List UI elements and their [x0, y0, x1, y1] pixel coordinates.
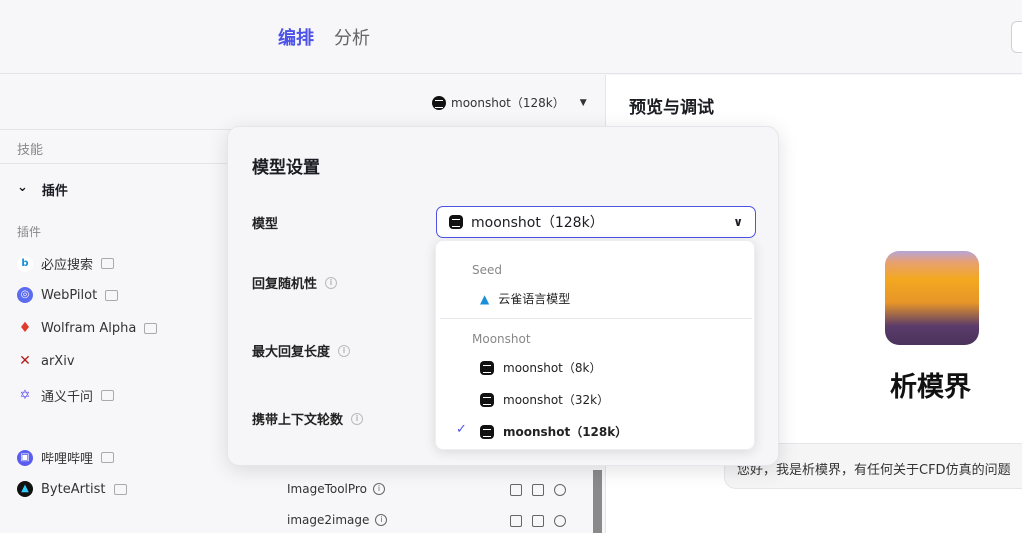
bing-icon: b [17, 255, 33, 272]
plugin-name: WebPilot [41, 287, 98, 303]
moonshot-logo-icon [480, 424, 494, 439]
max-length-label: 最大回复长度 i [252, 341, 351, 360]
model-dropdown: Seed ▲ 云雀语言模型 Moonshot moonshot（8k） moons… [435, 240, 755, 450]
bot-avatar [885, 251, 979, 345]
check-icon: ✓ [456, 422, 467, 437]
option-label: moonshot（8k） [503, 361, 602, 375]
tool-row: image2image i [287, 513, 388, 527]
plugin-name: ByteArtist [41, 481, 106, 497]
tool-actions [510, 515, 566, 527]
divider [440, 318, 752, 319]
model-selector[interactable]: moonshot（128k） ▼ [432, 94, 587, 111]
plugin-name: 哔哩哔哩 [41, 452, 94, 467]
plugin-item[interactable]: b 必应搜索 [17, 254, 115, 273]
plugin-item[interactable]: ▲ ByteArtist [17, 481, 127, 497]
context-rounds-label: 携带上下文轮数 i [252, 409, 364, 428]
plugins-header[interactable]: ⌄ 插件 [17, 180, 68, 199]
tool-name: image2image [287, 513, 370, 527]
group-label-seed: Seed [472, 263, 502, 277]
info-icon[interactable]: i [372, 483, 385, 495]
tab-arrange[interactable]: 编排 [278, 24, 314, 50]
tool-name: ImageToolPro [287, 482, 367, 496]
tab-analysis[interactable]: 分析 [334, 24, 370, 50]
plugin-item[interactable]: ▣ 哔哩哔哩 [17, 448, 115, 467]
plugin-name: 必应搜索 [41, 258, 94, 273]
store-icon [101, 390, 115, 401]
divider [0, 129, 240, 130]
moonshot-logo-icon [480, 392, 494, 407]
wolfram-icon: ♦ [18, 320, 32, 336]
webpilot-icon: ◎ [17, 287, 33, 303]
remove-icon[interactable] [554, 515, 566, 527]
copy-icon[interactable] [510, 484, 522, 496]
plugin-name: 通义千问 [41, 390, 94, 405]
model-settings-title: 模型设置 [252, 158, 320, 178]
model-label: 模型 [252, 213, 278, 232]
store-icon [113, 483, 127, 495]
plugin-item[interactable]: ✡ 通义千问 [17, 386, 115, 405]
bot-name: 析模界 [890, 372, 971, 403]
tool-actions [510, 484, 566, 496]
plugin-item[interactable]: ◎ WebPilot [17, 287, 119, 303]
chevron-down-icon: ⌄ [17, 180, 28, 195]
store-icon [101, 258, 115, 269]
moonshot-logo-icon [432, 95, 446, 110]
preview-title: 预览与调试 [629, 98, 714, 118]
caret-down-icon: ▼ [579, 97, 587, 108]
option-moonshot-8k[interactable]: moonshot（8k） [480, 359, 601, 376]
moonshot-logo-icon [480, 360, 494, 375]
byteartist-icon: ▲ [17, 481, 33, 497]
label-text: 携带上下文轮数 [252, 413, 344, 428]
divider [0, 163, 240, 164]
info-icon[interactable]: i [338, 344, 351, 357]
option-moonshot-128k[interactable]: moonshot（128k） [480, 423, 627, 440]
plugins-sub-label: 插件 [17, 225, 42, 239]
option-label: moonshot（32k） [503, 393, 610, 407]
yunque-logo-icon: ▲ [480, 291, 490, 306]
info-icon[interactable]: i [325, 276, 338, 289]
copy-icon[interactable] [510, 515, 522, 527]
model-select[interactable]: moonshot（128k） ∨ [436, 206, 756, 238]
option-label: 云雀语言模型 [498, 292, 571, 306]
model-select-value: moonshot（128k） [471, 215, 604, 231]
remove-icon[interactable] [554, 484, 566, 496]
store-icon [101, 452, 115, 463]
store-icon [105, 289, 119, 301]
moonshot-logo-icon [449, 215, 463, 229]
info-icon[interactable]: i [351, 412, 364, 425]
header [0, 0, 1022, 74]
chevron-down-icon: ∨ [733, 215, 743, 229]
plugin-name: arXiv [41, 353, 75, 369]
label-text: 最大回复长度 [252, 345, 331, 360]
group-label-moonshot: Moonshot [472, 332, 531, 346]
arxiv-icon: ✕ [19, 353, 31, 369]
randomness-label: 回复随机性 i [252, 273, 338, 292]
model-selector-label: moonshot（128k） [451, 96, 565, 110]
plugins-header-label: 插件 [41, 184, 68, 199]
tool-row: ImageToolPro i [287, 482, 385, 496]
option-yunque[interactable]: ▲ 云雀语言模型 [480, 290, 570, 307]
store-icon [144, 322, 158, 334]
info-icon[interactable]: i [375, 514, 388, 526]
option-label: moonshot（128k） [503, 425, 628, 439]
label-text: 回复随机性 [252, 277, 318, 292]
bilibili-icon: ▣ [17, 449, 33, 466]
tongyi-icon: ✡ [19, 387, 31, 403]
plugin-item[interactable]: ✕ arXiv [17, 353, 75, 369]
scrollbar[interactable] [593, 470, 602, 533]
image-card-icon[interactable] [532, 515, 544, 527]
section-skills: 技能 [17, 143, 44, 158]
image-card-icon[interactable] [532, 484, 544, 496]
top-right-button[interactable] [1011, 21, 1022, 53]
plugin-item[interactable]: ♦ Wolfram Alpha [17, 320, 158, 336]
label-text: 模型 [252, 217, 279, 232]
plugin-name: Wolfram Alpha [41, 320, 137, 336]
option-moonshot-32k[interactable]: moonshot（32k） [480, 391, 609, 408]
